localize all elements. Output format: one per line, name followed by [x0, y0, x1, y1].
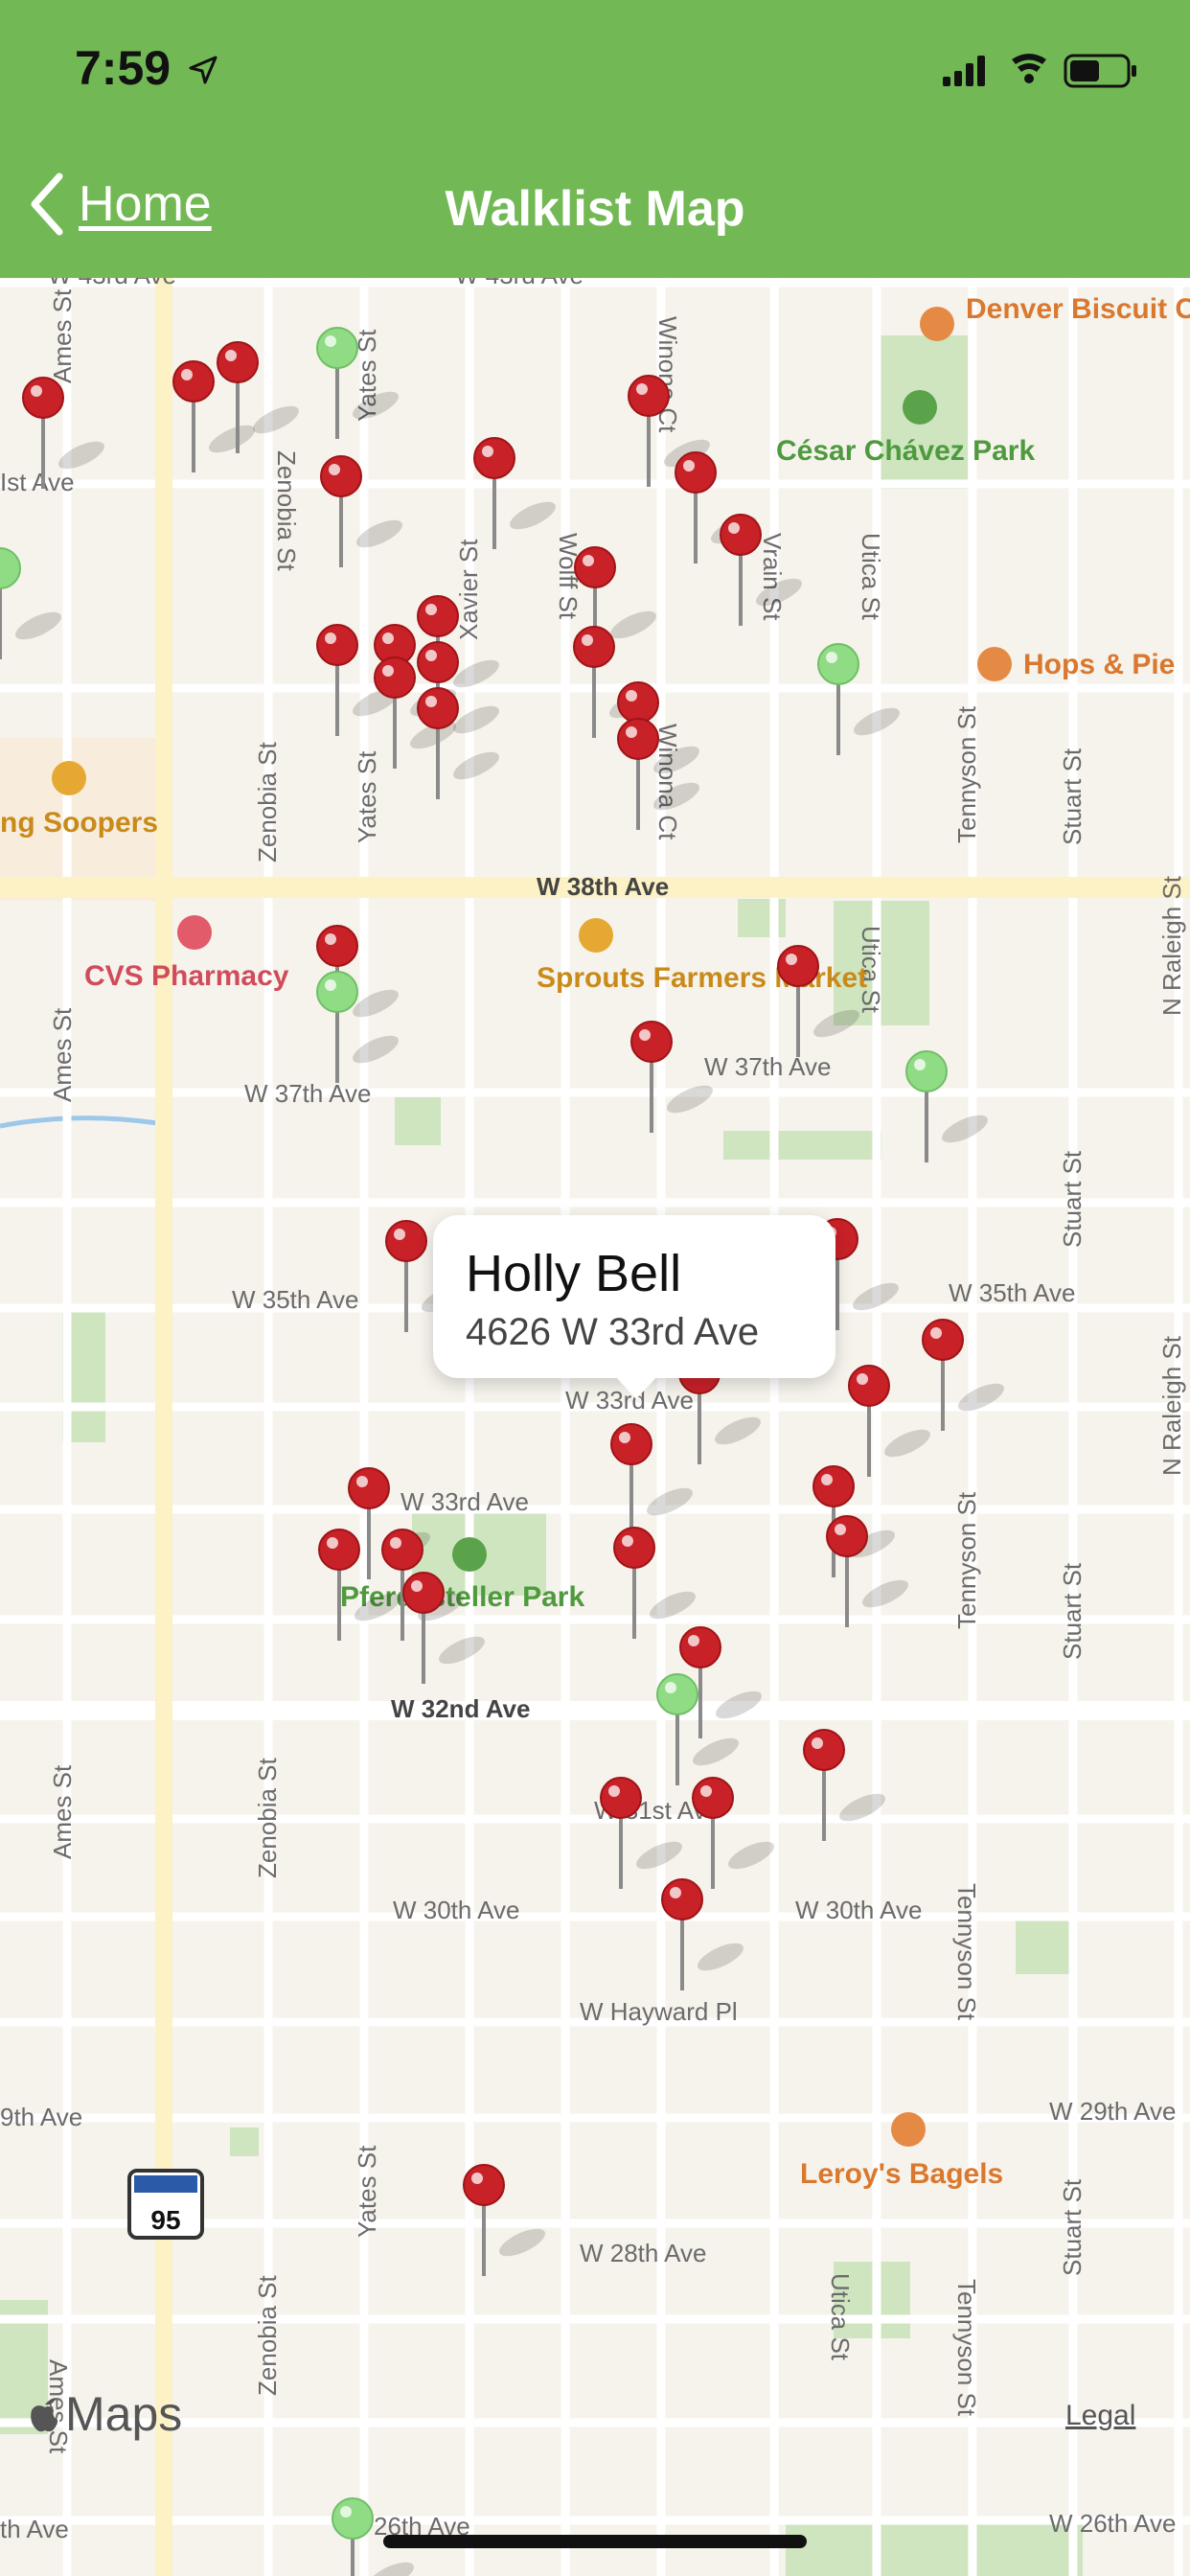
maps-label: Maps: [65, 2387, 183, 2441]
highway-shield-icon: 95: [127, 2169, 204, 2240]
street-label: W 38th Ave: [537, 872, 669, 901]
street-label: Stuart St: [1058, 748, 1087, 845]
wifi-icon: [1012, 54, 1046, 83]
street-label: W 37th Ave: [244, 1079, 372, 1108]
maps-logo: Maps: [29, 2386, 182, 2442]
grocery-icon: [579, 918, 613, 953]
svg-text:Denver Biscuit Co.: Denver Biscuit Co.: [966, 293, 1190, 325]
street-label: th Ave: [0, 2515, 69, 2543]
navigation-header: 7:59 Home Walklist Map: [0, 0, 1190, 278]
svg-text:Leroy's Bagels: Leroy's Bagels: [800, 2158, 1003, 2190]
street-label: Zenobia St: [253, 741, 282, 862]
street-label: Vrain St: [758, 533, 787, 621]
callout-address: 4626 W 33rd Ave: [466, 1311, 760, 1353]
street-label: N Raleigh St: [1157, 1335, 1186, 1476]
legal-link[interactable]: Legal: [1065, 2400, 1135, 2432]
street-label: Utica St: [857, 533, 885, 621]
street-label: Zenobia St: [253, 1757, 282, 1878]
street-label: Ames St: [48, 1007, 77, 1102]
street-label: Tennyson St: [952, 1883, 981, 2021]
street-label: W 30th Ave: [795, 1896, 923, 1924]
apple-logo-icon: [31, 2398, 58, 2432]
street-label: Winona Ct: [653, 316, 682, 433]
street-label: W 32nd Ave: [391, 1694, 530, 1723]
grocery-icon: [52, 761, 86, 795]
svg-text:ng Soopers: ng Soopers: [0, 807, 158, 839]
pharmacy-icon: [177, 915, 212, 950]
street-label: Xavier St: [454, 539, 483, 640]
svg-text:César Chávez Park: César Chávez Park: [776, 435, 1035, 467]
svg-text:95: 95: [150, 2205, 180, 2235]
street-label: W 28th Ave: [580, 2239, 707, 2267]
street-label: Tennyson St: [952, 1491, 981, 1629]
restaurant-icon: [977, 647, 1012, 681]
park-icon: [903, 390, 937, 425]
street-label: W Hayward Pl: [580, 1997, 738, 2026]
page-title: Walklist Map: [445, 181, 745, 237]
street-label: Stuart St: [1058, 2178, 1087, 2276]
callout-name: Holly Bell: [466, 1245, 682, 1302]
restaurant-icon: [891, 2112, 926, 2147]
street-label: W 29th Ave: [1049, 2097, 1177, 2126]
street-label: Ames St: [48, 288, 77, 383]
street-label: Zenobia St: [272, 450, 301, 572]
street-label: W 26th Ave: [1049, 2509, 1177, 2538]
street-label: W 37th Ave: [704, 1052, 832, 1081]
street-label: Ist Ave: [0, 468, 75, 496]
pin-callout[interactable]: Holly Bell 4626 W 33rd Ave: [433, 1215, 835, 1399]
street-label: Ames St: [48, 1764, 77, 1859]
signal-icon: [943, 56, 985, 86]
status-time: 7:59: [75, 41, 172, 95]
location-arrow-icon: [189, 56, 217, 84]
street-label: 9th Ave: [0, 2103, 82, 2131]
street-label: Tennyson St: [952, 2279, 981, 2417]
status-indicators: [943, 50, 1144, 97]
street-label: W 35th Ave: [949, 1278, 1076, 1307]
street-label: Zenobia St: [253, 2274, 282, 2396]
street-label: N Raleigh St: [1157, 875, 1186, 1016]
street-label: Yates St: [353, 750, 381, 843]
home-indicator: [383, 2535, 807, 2548]
street-label: Stuart St: [1058, 1562, 1087, 1660]
battery-icon: [1064, 54, 1136, 88]
street-label: Tennyson St: [952, 705, 981, 843]
street-label: W 33rd Ave: [400, 1487, 529, 1516]
street-label: W 35th Ave: [232, 1285, 359, 1314]
street-label: Yates St: [353, 2145, 381, 2238]
svg-text:Hops & Pie: Hops & Pie: [1023, 649, 1175, 680]
svg-text:CVS Pharmacy: CVS Pharmacy: [84, 960, 289, 992]
street-label: Stuart St: [1058, 1150, 1087, 1248]
street-label: Utica St: [826, 2273, 855, 2361]
restaurant-icon: [920, 307, 954, 341]
street-label: W 30th Ave: [393, 1896, 520, 1924]
status-icons: [943, 54, 1136, 88]
park-icon: [452, 1537, 487, 1572]
